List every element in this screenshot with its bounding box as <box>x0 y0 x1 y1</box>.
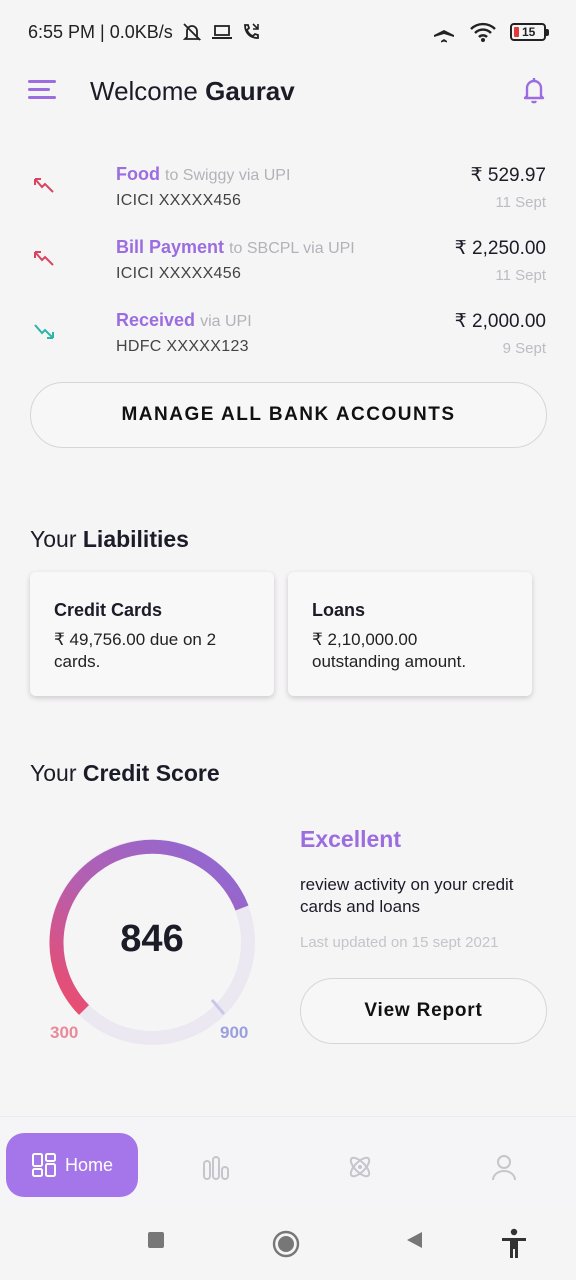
wifi-icon <box>470 22 496 42</box>
airplane-icon <box>434 22 454 43</box>
home-circle-icon[interactable] <box>272 1230 300 1258</box>
manage-bank-accounts-button[interactable]: MANAGE ALL BANK ACCOUNTS <box>30 382 547 448</box>
user-name: Gaurav <box>205 76 295 106</box>
score-max-label: 900 <box>220 1023 249 1042</box>
system-navigation-bar <box>0 1206 576 1280</box>
debit-arrow-icon <box>34 251 54 266</box>
accessibility-icon[interactable] <box>500 1228 528 1260</box>
liabilities-prefix: Your <box>30 526 77 552</box>
credit-cards-card[interactable]: Credit Cards ₹ 49,756.00 due on 2 cards. <box>30 572 274 696</box>
credit-rating-description: review activity on your credit cards and… <box>300 875 514 916</box>
transaction-via: via UPI <box>200 313 252 330</box>
last-updated-text: Last updated on 15 sept 2021 <box>300 934 499 951</box>
status-bar: 6:55 PM | 0.0KB/s 15 <box>0 0 576 64</box>
analytics-icon[interactable] <box>202 1153 230 1181</box>
back-triangle-icon[interactable] <box>404 1230 424 1250</box>
transaction-date: 9 Sept <box>502 340 546 357</box>
muted-bell-icon <box>182 23 201 41</box>
tab-home-label: Home <box>64 1154 113 1175</box>
transaction-category: Food <box>116 164 160 184</box>
credit-rating: Excellent <box>300 826 401 852</box>
transaction-item[interactable]: Bill Payment to SBCPL via UPI ICICI XXXX… <box>0 237 576 307</box>
credit-score-prefix: Your <box>30 760 77 786</box>
battery-level: 15 <box>522 25 536 39</box>
card-description: ₹ 2,10,000.00 outstanding amount. <box>312 630 467 671</box>
app-header: Welcome Gaurav <box>0 64 576 120</box>
tab-home[interactable]: Home <box>6 1133 138 1197</box>
credit-score-value: 846 <box>120 918 184 960</box>
battery-icon: 15 <box>510 23 549 41</box>
credit-score-title: Credit Score <box>82 760 220 786</box>
status-time-network: 6:55 PM | 0.0KB/s <box>28 21 173 42</box>
loans-card[interactable]: Loans ₹ 2,10,000.00 outstanding amount. <box>288 572 532 696</box>
dashboard-icon <box>31 1153 56 1177</box>
transaction-amount: ₹ 2,250.00 <box>454 238 546 259</box>
laptop-icon <box>211 25 232 39</box>
transaction-amount: ₹ 2,000.00 <box>454 311 546 332</box>
view-report-button[interactable]: View Report <box>300 978 547 1044</box>
liabilities-title: Liabilities <box>82 526 189 552</box>
transaction-date: 11 Sept <box>495 267 546 284</box>
card-description: ₹ 49,756.00 due on 2 cards. <box>54 630 217 671</box>
transaction-date: 11 Sept <box>495 194 546 211</box>
card-title: Loans <box>312 600 366 620</box>
score-min-label: 300 <box>50 1023 79 1042</box>
liabilities-heading: Your Liabilities <box>30 526 189 553</box>
transaction-amount: ₹ 529.97 <box>470 165 546 186</box>
transaction-title: Food to Swiggy via UPI <box>116 164 290 185</box>
transaction-item[interactable]: Received via UPI HDFC XXXXX123 ₹ 2,000.0… <box>0 310 576 380</box>
credit-arrow-icon <box>34 324 54 339</box>
notification-bell-icon[interactable] <box>522 76 546 104</box>
transaction-title: Bill Payment to SBCPL via UPI <box>116 237 355 258</box>
transaction-category: Received <box>116 310 196 330</box>
menu-icon[interactable] <box>28 80 58 102</box>
transaction-title: Received via UPI <box>116 310 252 331</box>
greeting-text: Welcome <box>90 76 198 106</box>
atom-icon[interactable] <box>346 1153 374 1181</box>
credit-score-heading: Your Credit Score <box>30 760 220 787</box>
transaction-via: to Swiggy via UPI <box>165 167 291 184</box>
bottom-navigation: Home <box>0 1116 576 1206</box>
transaction-via: to SBCPL via UPI <box>229 240 355 257</box>
profile-icon[interactable] <box>490 1153 518 1181</box>
recents-square-icon[interactable] <box>146 1230 166 1250</box>
page-title: Welcome Gaurav <box>90 76 295 107</box>
transaction-account: ICICI XXXXX456 <box>116 265 242 282</box>
transaction-account: HDFC XXXXX123 <box>116 338 249 355</box>
call-forward-icon <box>243 23 259 39</box>
transaction-category: Bill Payment <box>116 237 225 257</box>
transaction-account: ICICI XXXXX456 <box>116 192 242 209</box>
debit-arrow-icon <box>34 178 54 193</box>
transaction-item[interactable]: Food to Swiggy via UPI ICICI XXXXX456 ₹ … <box>0 164 576 234</box>
card-title: Credit Cards <box>54 600 163 620</box>
